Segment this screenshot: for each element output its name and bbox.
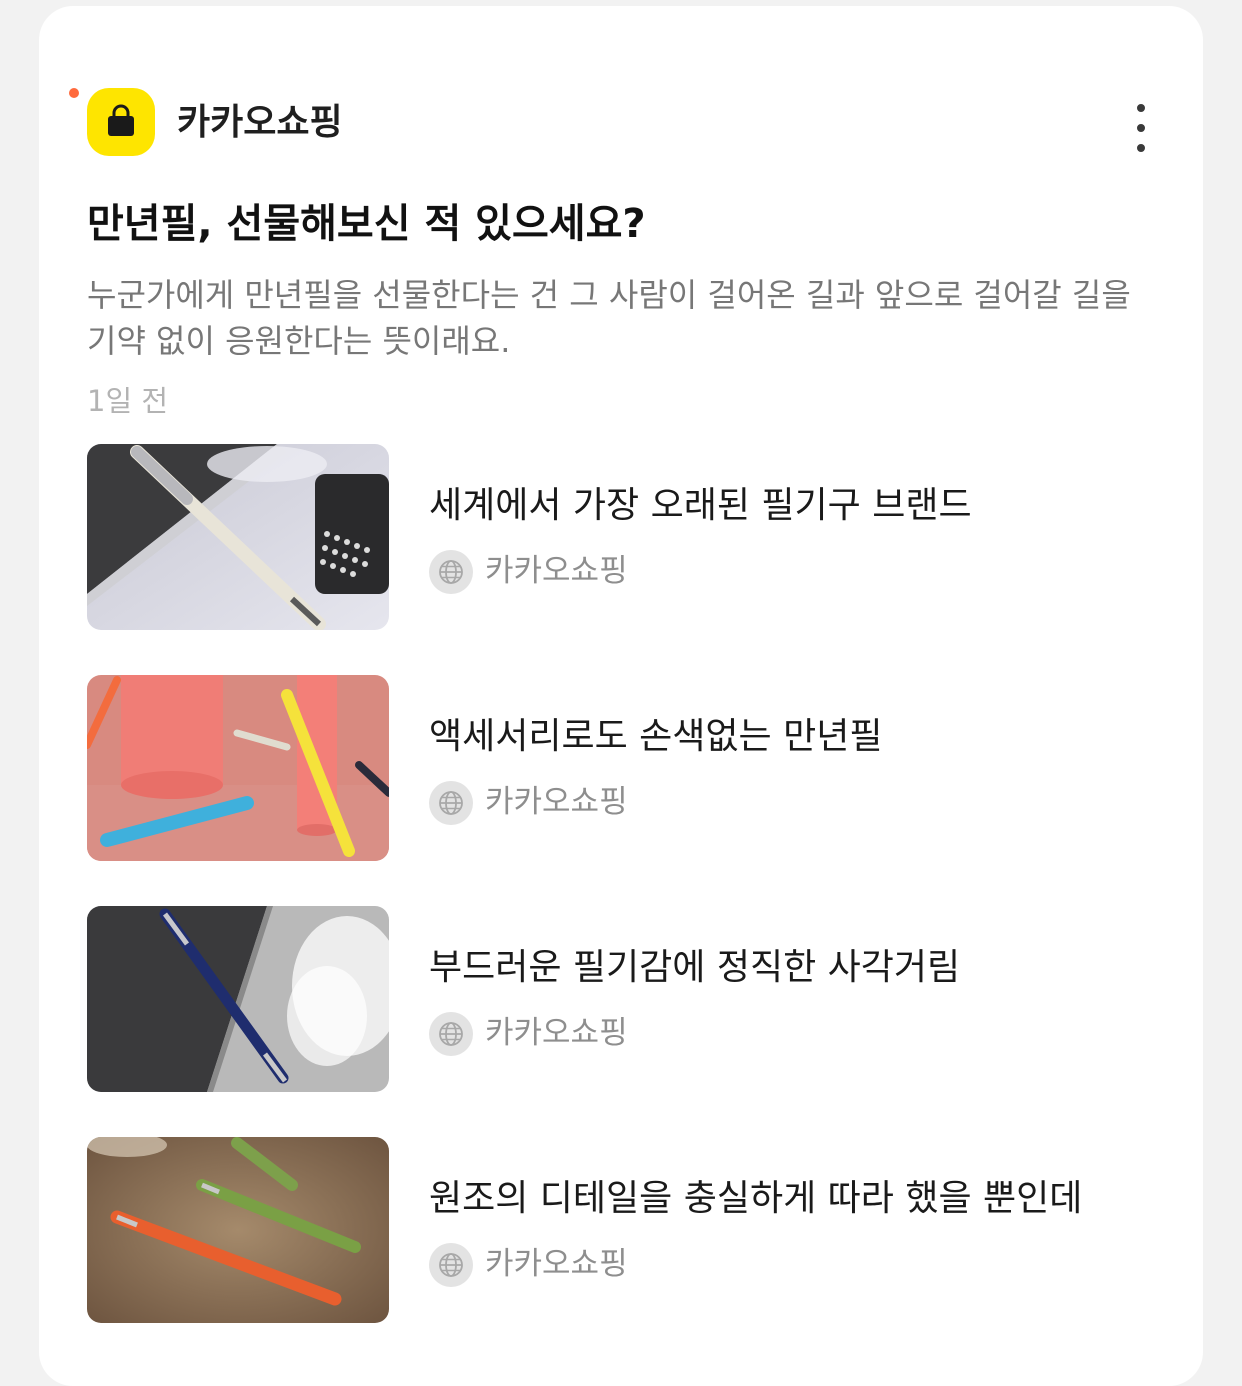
- article-thumbnail: [87, 444, 389, 630]
- source-icon-badge: [429, 1012, 473, 1056]
- orange-green-pens-image: [87, 1137, 389, 1323]
- unread-dot: [69, 88, 79, 98]
- more-dot: [1137, 144, 1145, 152]
- article-source: 카카오쇼핑: [485, 1246, 628, 1282]
- article-thumbnail: [87, 675, 389, 861]
- source-icon-badge: [429, 781, 473, 825]
- article-item[interactable]: 액세서리로도 손색없는 만년필 카카오쇼핑: [87, 675, 1157, 861]
- article-item[interactable]: 부드러운 필기감에 정직한 사각거림 카카오쇼핑: [87, 906, 1157, 1092]
- article-source: 카카오쇼핑: [485, 1015, 628, 1051]
- shopping-bag-icon: [108, 104, 134, 136]
- article-source: 카카오쇼핑: [485, 553, 628, 589]
- article-title[interactable]: 부드러운 필기감에 정직한 사각거림: [429, 946, 960, 989]
- colorful-pens-image: [87, 675, 389, 861]
- channel-name[interactable]: 카카오쇼핑: [177, 102, 343, 143]
- post-title[interactable]: 만년필, 선물해보신 적 있으세요?: [87, 200, 1167, 248]
- article-thumbnail: [87, 906, 389, 1092]
- article-source: 카카오쇼핑: [485, 784, 628, 820]
- article-item[interactable]: 원조의 디테일을 충실하게 따라 했을 뿐인데 카카오쇼핑: [87, 1137, 1157, 1323]
- pen-typewriter-image: [87, 444, 389, 630]
- more-dot: [1137, 124, 1145, 132]
- article-thumbnail: [87, 1137, 389, 1323]
- post-description: 누군가에게 만년필을 선물한다는 건 그 사람이 걸어온 길과 앞으로 걸어갈 …: [87, 276, 1131, 360]
- more-vertical-icon: [1137, 104, 1145, 112]
- source-icon-badge: [429, 1243, 473, 1287]
- globe-icon: [439, 1253, 463, 1277]
- channel-logo[interactable]: [87, 88, 155, 156]
- post-time: 1일 전: [87, 384, 169, 418]
- article-title[interactable]: 세계에서 가장 오래된 필기구 브랜드: [429, 484, 972, 527]
- channel-header: 카카오쇼핑: [69, 86, 1159, 166]
- navy-pen-image: [87, 906, 389, 1092]
- source-icon-badge: [429, 550, 473, 594]
- feed-card: 카카오쇼핑 만년필, 선물해보신 적 있으세요? 누군가에게 만년필을 선물한다…: [39, 6, 1203, 1386]
- globe-icon: [439, 560, 463, 584]
- more-options-button[interactable]: [1123, 104, 1159, 152]
- globe-icon: [439, 791, 463, 815]
- article-title[interactable]: 원조의 디테일을 충실하게 따라 했을 뿐인데: [429, 1177, 1082, 1220]
- globe-icon: [439, 1022, 463, 1046]
- article-title[interactable]: 액세서리로도 손색없는 만년필: [429, 715, 882, 758]
- article-item[interactable]: 세계에서 가장 오래된 필기구 브랜드 카카오쇼핑: [87, 444, 1157, 630]
